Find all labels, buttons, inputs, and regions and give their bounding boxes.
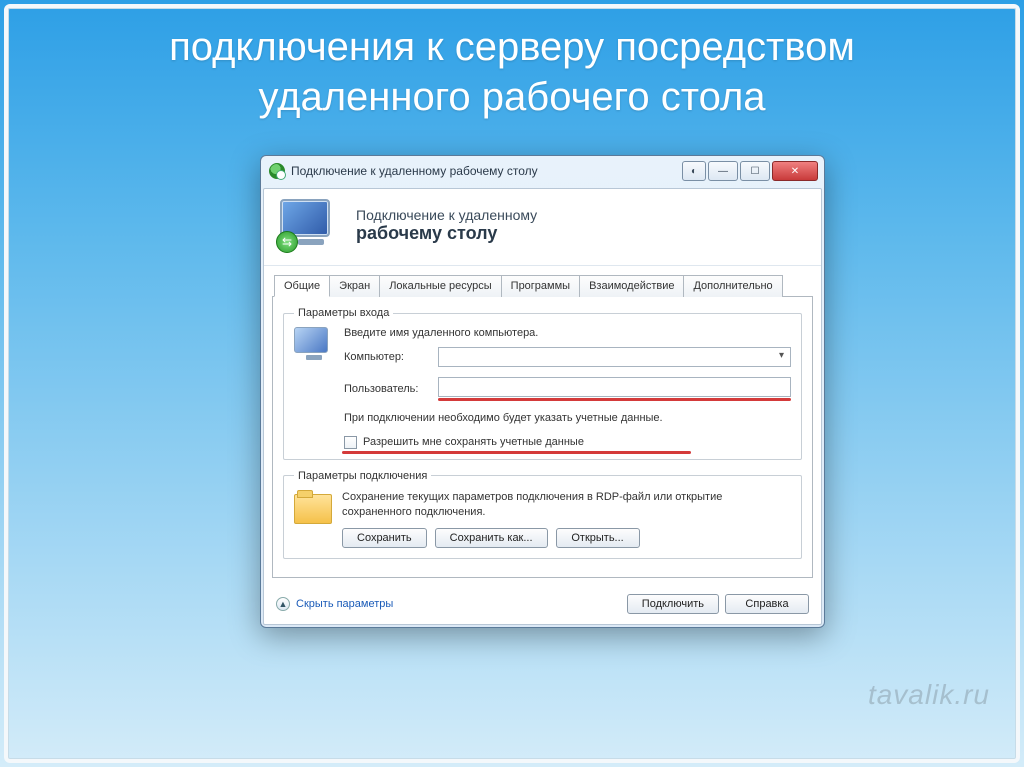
credentials-note: При подключении необходимо будет указать…	[344, 411, 791, 426]
folder-icon	[294, 494, 332, 524]
save-credentials-label: Разрешить мне сохранять учетные данные	[363, 436, 584, 448]
toggle-button[interactable]: ◐	[682, 161, 706, 181]
tab-panel-general: Параметры входа Введите имя удаленного к…	[272, 296, 813, 578]
minimize-button[interactable]: —	[708, 161, 738, 181]
tab-advanced[interactable]: Дополнительно	[683, 275, 782, 297]
computer-combobox[interactable]	[438, 347, 791, 367]
save-credentials-checkbox[interactable]	[344, 436, 357, 449]
hide-options-link[interactable]: Скрыть параметры	[296, 598, 393, 610]
banner-line2: рабочему столу	[356, 223, 537, 244]
help-button[interactable]: Справка	[725, 594, 809, 614]
computer-label: Компьютер:	[344, 351, 430, 363]
login-legend: Параметры входа	[294, 307, 393, 319]
computer-icon	[294, 327, 334, 367]
annotation-underline-checkbox	[342, 451, 691, 454]
login-instruction: Введите имя удаленного компьютера.	[344, 327, 791, 339]
tab-local-resources[interactable]: Локальные ресурсы	[379, 275, 501, 297]
connection-desc: Сохранение текущих параметров подключени…	[342, 490, 791, 520]
tab-experience[interactable]: Взаимодействие	[579, 275, 684, 297]
rdp-window: Подключение к удаленному рабочему столу …	[260, 155, 825, 628]
user-label: Пользователь:	[344, 383, 430, 395]
open-button[interactable]: Открыть...	[556, 528, 640, 548]
banner-line1: Подключение к удаленному	[356, 207, 537, 223]
window-footer: ▲ Скрыть параметры Подключить Справка	[264, 586, 821, 624]
connect-button[interactable]: Подключить	[627, 594, 719, 614]
tab-programs[interactable]: Программы	[501, 275, 580, 297]
watermark: tavalik.ru	[868, 679, 990, 711]
tab-general[interactable]: Общие	[274, 275, 330, 297]
window-title: Подключение к удаленному рабочему столу	[291, 164, 682, 178]
maximize-button[interactable]: ☐	[740, 161, 770, 181]
save-as-button[interactable]: Сохранить как...	[435, 528, 548, 548]
connection-legend: Параметры подключения	[294, 470, 431, 482]
login-group: Параметры входа Введите имя удаленного к…	[283, 307, 802, 460]
monitor-icon: ⇆	[280, 199, 342, 251]
annotation-underline-user	[438, 398, 791, 401]
rdp-app-icon	[269, 163, 285, 179]
close-button[interactable]: ✕	[772, 161, 818, 181]
user-input[interactable]	[438, 377, 791, 397]
save-button[interactable]: Сохранить	[342, 528, 427, 548]
connection-group: Параметры подключения Сохранение текущих…	[283, 470, 802, 559]
slide-title: подключения к серверу посредством удален…	[0, 0, 1024, 132]
tab-strip: Общие Экран Локальные ресурсы Программы …	[264, 266, 821, 296]
tab-display[interactable]: Экран	[329, 275, 380, 297]
collapse-icon[interactable]: ▲	[276, 597, 290, 611]
banner: ⇆ Подключение к удаленному рабочему стол…	[264, 189, 821, 266]
titlebar[interactable]: Подключение к удаленному рабочему столу …	[261, 156, 824, 186]
